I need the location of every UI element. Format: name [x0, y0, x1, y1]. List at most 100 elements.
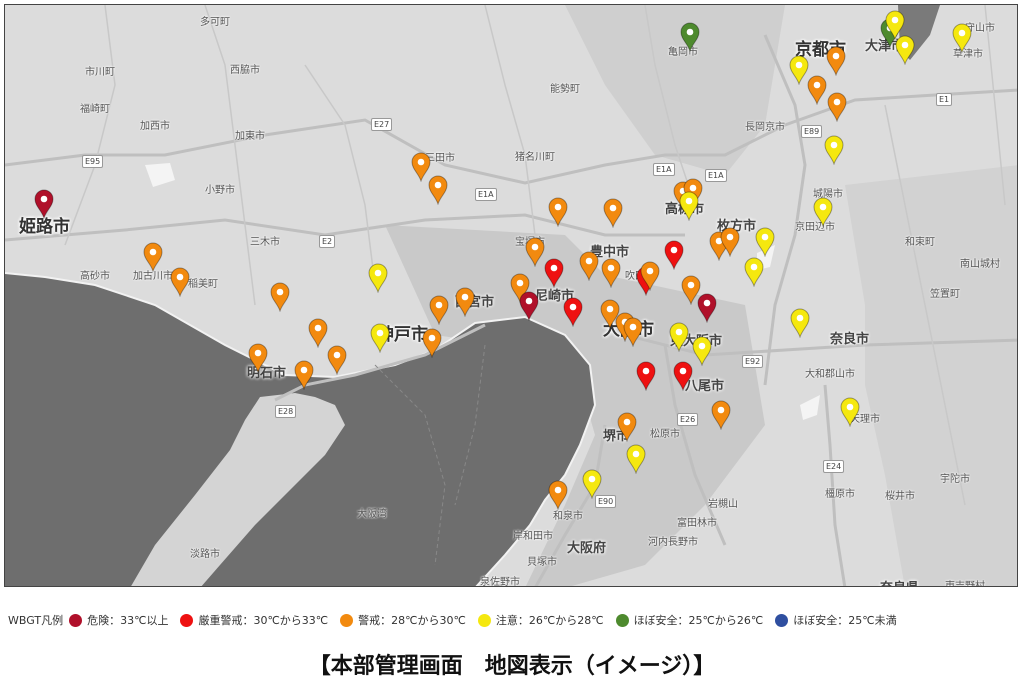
wbgt-marker-caution[interactable]: [692, 336, 712, 366]
road-shield: E1A: [705, 169, 727, 182]
wbgt-marker-warning[interactable]: [270, 282, 290, 312]
wbgt-marker-caution[interactable]: [626, 444, 646, 474]
wbgt-marker-severe[interactable]: [673, 361, 693, 391]
wbgt-marker-caution[interactable]: [813, 197, 833, 227]
road-shield: E26: [677, 413, 699, 426]
wbgt-marker-severe[interactable]: [544, 258, 564, 288]
wbgt-marker-warning[interactable]: [623, 317, 643, 347]
legend-item-severe: 厳重警戒：30℃から33℃: [176, 612, 328, 628]
road-shield: E28: [275, 405, 297, 418]
wbgt-marker-warning[interactable]: [170, 267, 190, 297]
wbgt-marker-severe[interactable]: [563, 297, 583, 327]
place-label: 猪名川町: [515, 152, 555, 163]
map-view[interactable]: 多可町 市川町 福崎町 西脇市 加西市 加東市 小野市 三木市 高砂市 加古川市 稲美町 姫路市 神戸市…: [4, 4, 1018, 587]
place-label: 高砂市: [80, 271, 110, 282]
place-label: 能勢町: [550, 84, 580, 95]
place-label: 西脇市: [230, 65, 260, 76]
place-label: 橿原市: [825, 489, 855, 500]
wbgt-marker-caution[interactable]: [744, 257, 764, 287]
place-label: 松原市: [650, 429, 680, 440]
wbgt-marker-caution[interactable]: [789, 55, 809, 85]
road-shield: E1A: [653, 163, 675, 176]
wbgt-marker-caution[interactable]: [952, 23, 972, 53]
wbgt-marker-severe[interactable]: [636, 361, 656, 391]
place-label: 大阪府: [567, 541, 607, 556]
place-label: 稲美町: [188, 279, 218, 290]
place-label: 泉佐野市: [480, 577, 520, 587]
wbgt-marker-warning[interactable]: [455, 287, 475, 317]
place-label: 大和郡山市: [805, 369, 855, 380]
legend-item-caution: 注意：26℃から28℃: [474, 612, 604, 628]
wbgt-marker-warning[interactable]: [807, 75, 827, 105]
wbgt-marker-caution[interactable]: [755, 227, 775, 257]
wbgt-marker-warning[interactable]: [720, 227, 740, 257]
wbgt-marker-warning[interactable]: [429, 295, 449, 325]
wbgt-marker-safe[interactable]: [680, 22, 700, 52]
place-label: 富田林市: [677, 518, 717, 529]
place-label: 奈良県: [880, 577, 919, 586]
wbgt-marker-warning[interactable]: [422, 328, 442, 358]
place-label: 岩槻山: [708, 499, 738, 510]
wbgt-marker-warning[interactable]: [640, 261, 660, 291]
wbgt-marker-caution[interactable]: [368, 263, 388, 293]
wbgt-marker-warning[interactable]: [525, 237, 545, 267]
road-shield: E2: [319, 235, 336, 248]
wbgt-marker-warning[interactable]: [428, 175, 448, 205]
wbgt-marker-danger[interactable]: [697, 293, 717, 323]
legend-label: 警戒：28℃から30℃: [358, 614, 466, 627]
place-label: 岸和田市: [513, 531, 553, 542]
wbgt-marker-caution[interactable]: [582, 469, 602, 499]
legend-swatch: [69, 613, 83, 627]
road-shield: E27: [371, 118, 393, 131]
wbgt-marker-warning[interactable]: [579, 251, 599, 281]
wbgt-marker-danger[interactable]: [34, 189, 54, 219]
road-shield: E89: [801, 125, 823, 138]
place-label: 笠置町: [930, 289, 960, 300]
wbgt-marker-warning[interactable]: [548, 197, 568, 227]
road-shield: E1A: [475, 188, 497, 201]
legend-swatch: [615, 613, 629, 627]
legend-label: ほぼ安全：25℃未満: [793, 614, 897, 627]
wbgt-marker-warning[interactable]: [143, 242, 163, 272]
legend-label: ほぼ安全：25℃から26℃: [633, 614, 764, 627]
wbgt-marker-warning[interactable]: [294, 360, 314, 390]
legend-title: WBGT凡例: [8, 614, 64, 627]
wbgt-marker-caution[interactable]: [370, 323, 390, 353]
wbgt-marker-warning[interactable]: [248, 343, 268, 373]
place-label: 加西市: [140, 121, 170, 132]
wbgt-marker-warning[interactable]: [603, 198, 623, 228]
legend-label: 注意：26℃から28℃: [495, 614, 604, 627]
page-caption: 【本部管理画面 地図表示（イメージ）】: [308, 654, 716, 679]
place-label: 東吉野村: [945, 581, 985, 587]
legend-item-danger: 危険：33℃以上: [65, 612, 168, 628]
place-label: 福崎町: [80, 104, 110, 115]
wbgt-marker-warning[interactable]: [548, 480, 568, 510]
legend-item-safe: ほぼ安全：25℃から26℃: [612, 612, 764, 628]
wbgt-marker-warning[interactable]: [826, 46, 846, 76]
wbgt-marker-warning[interactable]: [308, 318, 328, 348]
wbgt-marker-caution[interactable]: [895, 35, 915, 65]
wbgt-marker-caution[interactable]: [840, 397, 860, 427]
wbgt-marker-severe[interactable]: [664, 240, 684, 270]
legend-swatch: [180, 613, 194, 627]
place-label: 和束町: [905, 237, 935, 248]
wbgt-marker-caution[interactable]: [669, 322, 689, 352]
wbgt-marker-danger[interactable]: [519, 291, 539, 321]
place-label: 南山城村: [960, 259, 1000, 270]
place-label: 大阪湾: [357, 509, 387, 520]
wbgt-marker-warning[interactable]: [601, 258, 621, 288]
place-label: 加東市: [235, 131, 265, 142]
wbgt-marker-caution[interactable]: [824, 135, 844, 165]
wbgt-marker-warning[interactable]: [711, 400, 731, 430]
wbgt-marker-warning[interactable]: [827, 92, 847, 122]
wbgt-marker-warning[interactable]: [617, 412, 637, 442]
wbgt-marker-caution[interactable]: [790, 308, 810, 338]
place-label: 桜井市: [885, 491, 915, 502]
legend-items: 危険：33℃以上 厳重警戒：30℃から33℃ 警戒：28℃から30℃ 注意：26℃から…: [65, 612, 905, 628]
wbgt-marker-warning[interactable]: [327, 345, 347, 375]
place-label: 三木市: [250, 237, 280, 248]
wbgt-marker-caution[interactable]: [679, 191, 699, 221]
road-shield: E1: [936, 93, 953, 106]
place-label: 淡路市: [190, 549, 220, 560]
legend-label: 危険：33℃以上: [87, 614, 169, 627]
